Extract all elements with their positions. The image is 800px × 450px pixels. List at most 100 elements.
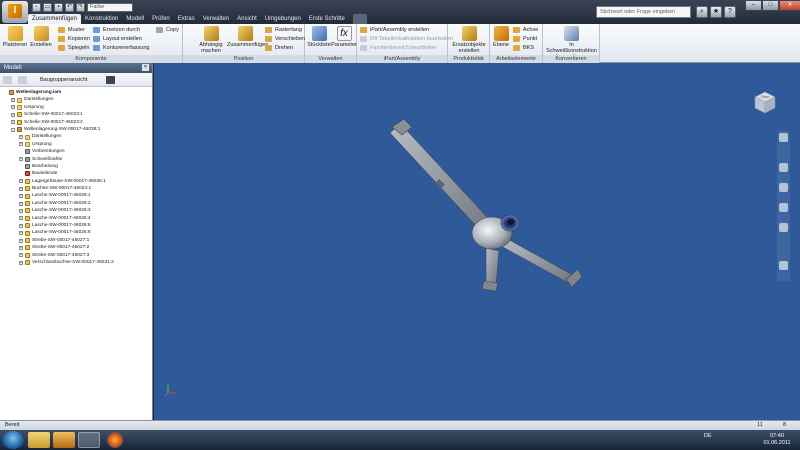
expand-icon[interactable]: + [19, 208, 23, 213]
tab-modell[interactable]: Modell [122, 14, 148, 24]
punkt-button[interactable]: Punkt [513, 35, 537, 43]
help-icon[interactable]: ? [724, 6, 736, 18]
panel-title-arbeitselemente[interactable]: Arbeitselemente [490, 55, 542, 63]
tree-item[interactable]: + Lasche-SW-00017-46026:1 [3, 192, 152, 199]
tab-konstruktion[interactable]: Konstruktion [81, 14, 122, 24]
tree-item[interactable]: + Lasche-SW-00017-46026:4 [3, 215, 152, 222]
rasterfang-button[interactable]: Rasterfang [265, 26, 302, 34]
platzieren-button[interactable]: Platzieren [2, 26, 28, 48]
close-panel-icon[interactable]: ✕ [142, 64, 149, 71]
tree-item[interactable]: Wellenlagerung.iam [3, 89, 152, 96]
tree-item[interactable]: + Strebe-SW-00017-46027:3 [3, 252, 152, 259]
tree-item[interactable]: + Darstellungen [3, 96, 152, 103]
firefox-icon[interactable] [107, 432, 123, 448]
tree-item[interactable]: Vorbereitungen [3, 148, 152, 155]
color-combo[interactable]: Farbe [87, 3, 133, 12]
layout-erstellen-button[interactable]: Layout erstellen [93, 35, 142, 43]
tab-ansicht[interactable]: Ansicht [233, 14, 261, 24]
achse-button[interactable]: Achse [513, 26, 538, 34]
tabellenkalkulation-button[interactable]: Mit Tabellenkalkulation bearbeiten [360, 35, 453, 43]
application-menu-button[interactable]: I [2, 1, 28, 23]
tab-pruefen[interactable]: Prüfen [148, 14, 174, 24]
pan-icon[interactable] [779, 163, 788, 172]
expand-icon[interactable]: + [19, 253, 23, 258]
look-at-icon[interactable] [779, 223, 788, 232]
copy-button[interactable]: Copy [156, 26, 179, 34]
drehen-button[interactable]: Drehen [265, 44, 293, 52]
tree-item[interactable]: + Lasche-SW-00017-46026:3 [3, 207, 152, 214]
tab-umgebungen[interactable]: Umgebungen [261, 14, 305, 24]
tab-extras[interactable]: Extras [174, 14, 199, 24]
ebene-button[interactable]: Ebene [491, 26, 511, 48]
expand-icon[interactable]: + [19, 216, 23, 221]
ersetzen-button[interactable]: Ersetzen durch [93, 26, 140, 34]
panel-title-produktivitaet[interactable]: Produktivität [448, 55, 489, 63]
zusammenfuegen-button[interactable]: Zusammenfügen [227, 26, 268, 48]
strebe-arm-right[interactable] [498, 237, 579, 286]
browser-view-select[interactable]: Baugruppenansicht [40, 73, 87, 87]
kopieren-button[interactable]: Kopieren [58, 35, 90, 43]
tree-item[interactable]: + Schelle-SW-00017-46023:1 [3, 111, 152, 118]
lasche-lower-end[interactable] [481, 280, 499, 292]
expand-icon[interactable]: + [11, 105, 15, 110]
expand-icon[interactable]: + [19, 201, 23, 206]
nav-options-icon[interactable] [779, 261, 788, 270]
ipart-erstellen-button[interactable]: iPart/Assembly erstellen [360, 26, 429, 34]
expand-icon[interactable] [18, 76, 27, 84]
erstellen-button[interactable]: Erstellen [28, 26, 54, 48]
start-button[interactable] [2, 431, 24, 449]
tree-item[interactable]: + Strebe-SW-00017-46027:2 [3, 244, 152, 251]
find-icon[interactable] [106, 76, 115, 84]
expand-icon[interactable]: + [19, 194, 23, 199]
expand-icon[interactable]: + [19, 223, 23, 228]
steering-wheel-icon[interactable] [779, 133, 788, 142]
tree-item[interactable]: Bearbeitung [3, 163, 152, 170]
undo-icon[interactable]: ↶ [65, 3, 74, 12]
expand-icon[interactable]: + [11, 98, 15, 103]
expand-icon[interactable]: + [11, 120, 15, 125]
inventor-taskbar-icon[interactable] [53, 432, 75, 448]
tree-item[interactable]: + Lasche-SW-00017-46026:6 [3, 229, 152, 236]
parameter-button[interactable]: fx Parameter [331, 26, 357, 48]
inventor-window-taskbar-icon[interactable] [78, 432, 100, 448]
tree-item[interactable]: - Wellenlagerung-SW-00017-46038:1 [3, 126, 152, 133]
language-indicator[interactable]: DE [704, 433, 712, 439]
ribbon-minimize-toggle-icon[interactable] [352, 14, 367, 24]
clock[interactable]: 07:40 01.06.2011 [760, 433, 794, 447]
save-icon[interactable]: ▪ [54, 3, 63, 12]
tab-verwalten[interactable]: Verwalten [199, 14, 233, 24]
panel-title-konvertieren[interactable]: Konvertieren [543, 55, 599, 63]
binoculars-icon[interactable]: ⌕ [696, 6, 708, 18]
familienbereich-button[interactable]: Familienbereich bearbeiten [360, 44, 436, 52]
expand-icon[interactable]: + [19, 135, 23, 140]
expand-icon[interactable]: + [19, 186, 23, 191]
tree-item[interactable]: + Ursprung [3, 104, 152, 111]
collapse-icon[interactable]: - [11, 127, 15, 132]
abhaengig-machen-button[interactable]: Abhängig machen [191, 26, 231, 54]
expand-icon[interactable]: + [19, 238, 23, 243]
bks-button[interactable]: BKS [513, 44, 534, 52]
panel-title-komponente[interactable]: Komponente [0, 55, 182, 63]
tree-item[interactable]: + Strebe-SW-00017-46027:1 [3, 237, 152, 244]
graphics-viewport[interactable]: Oben [154, 63, 800, 420]
lasche-right-end[interactable] [565, 268, 583, 288]
tree-item[interactable]: + Lagergehäuse-SW-00017-46025:1 [3, 178, 152, 185]
tree-item[interactable]: + Buchse-SW-00017-46024:1 [3, 185, 152, 192]
panel-title-position[interactable]: Position [183, 55, 304, 63]
muster-button[interactable]: Muster [58, 26, 85, 34]
panel-title-ipart[interactable]: iPart/Assembly [357, 55, 447, 63]
ersatzobjekte-button[interactable]: Ersatzobjekte erstellen [450, 26, 488, 54]
tree-item[interactable]: Bauteilende [3, 170, 152, 177]
tree-item[interactable]: + Schweißnähte [3, 156, 152, 163]
filter-icon[interactable] [3, 76, 12, 84]
expand-icon[interactable]: + [19, 245, 23, 250]
minimize-button[interactable]: – [745, 0, 762, 11]
expand-icon[interactable]: + [19, 142, 23, 147]
new-icon[interactable]: ▫ [32, 3, 41, 12]
stueckliste-button[interactable]: Stückliste [306, 26, 332, 48]
tree-item[interactable]: + Ursprung [3, 141, 152, 148]
strebe-leg-lower[interactable] [485, 247, 500, 286]
expand-icon[interactable]: + [19, 157, 23, 162]
open-icon[interactable]: ▭ [43, 3, 52, 12]
tab-erste-schritte[interactable]: Erste Schritte [305, 14, 349, 24]
